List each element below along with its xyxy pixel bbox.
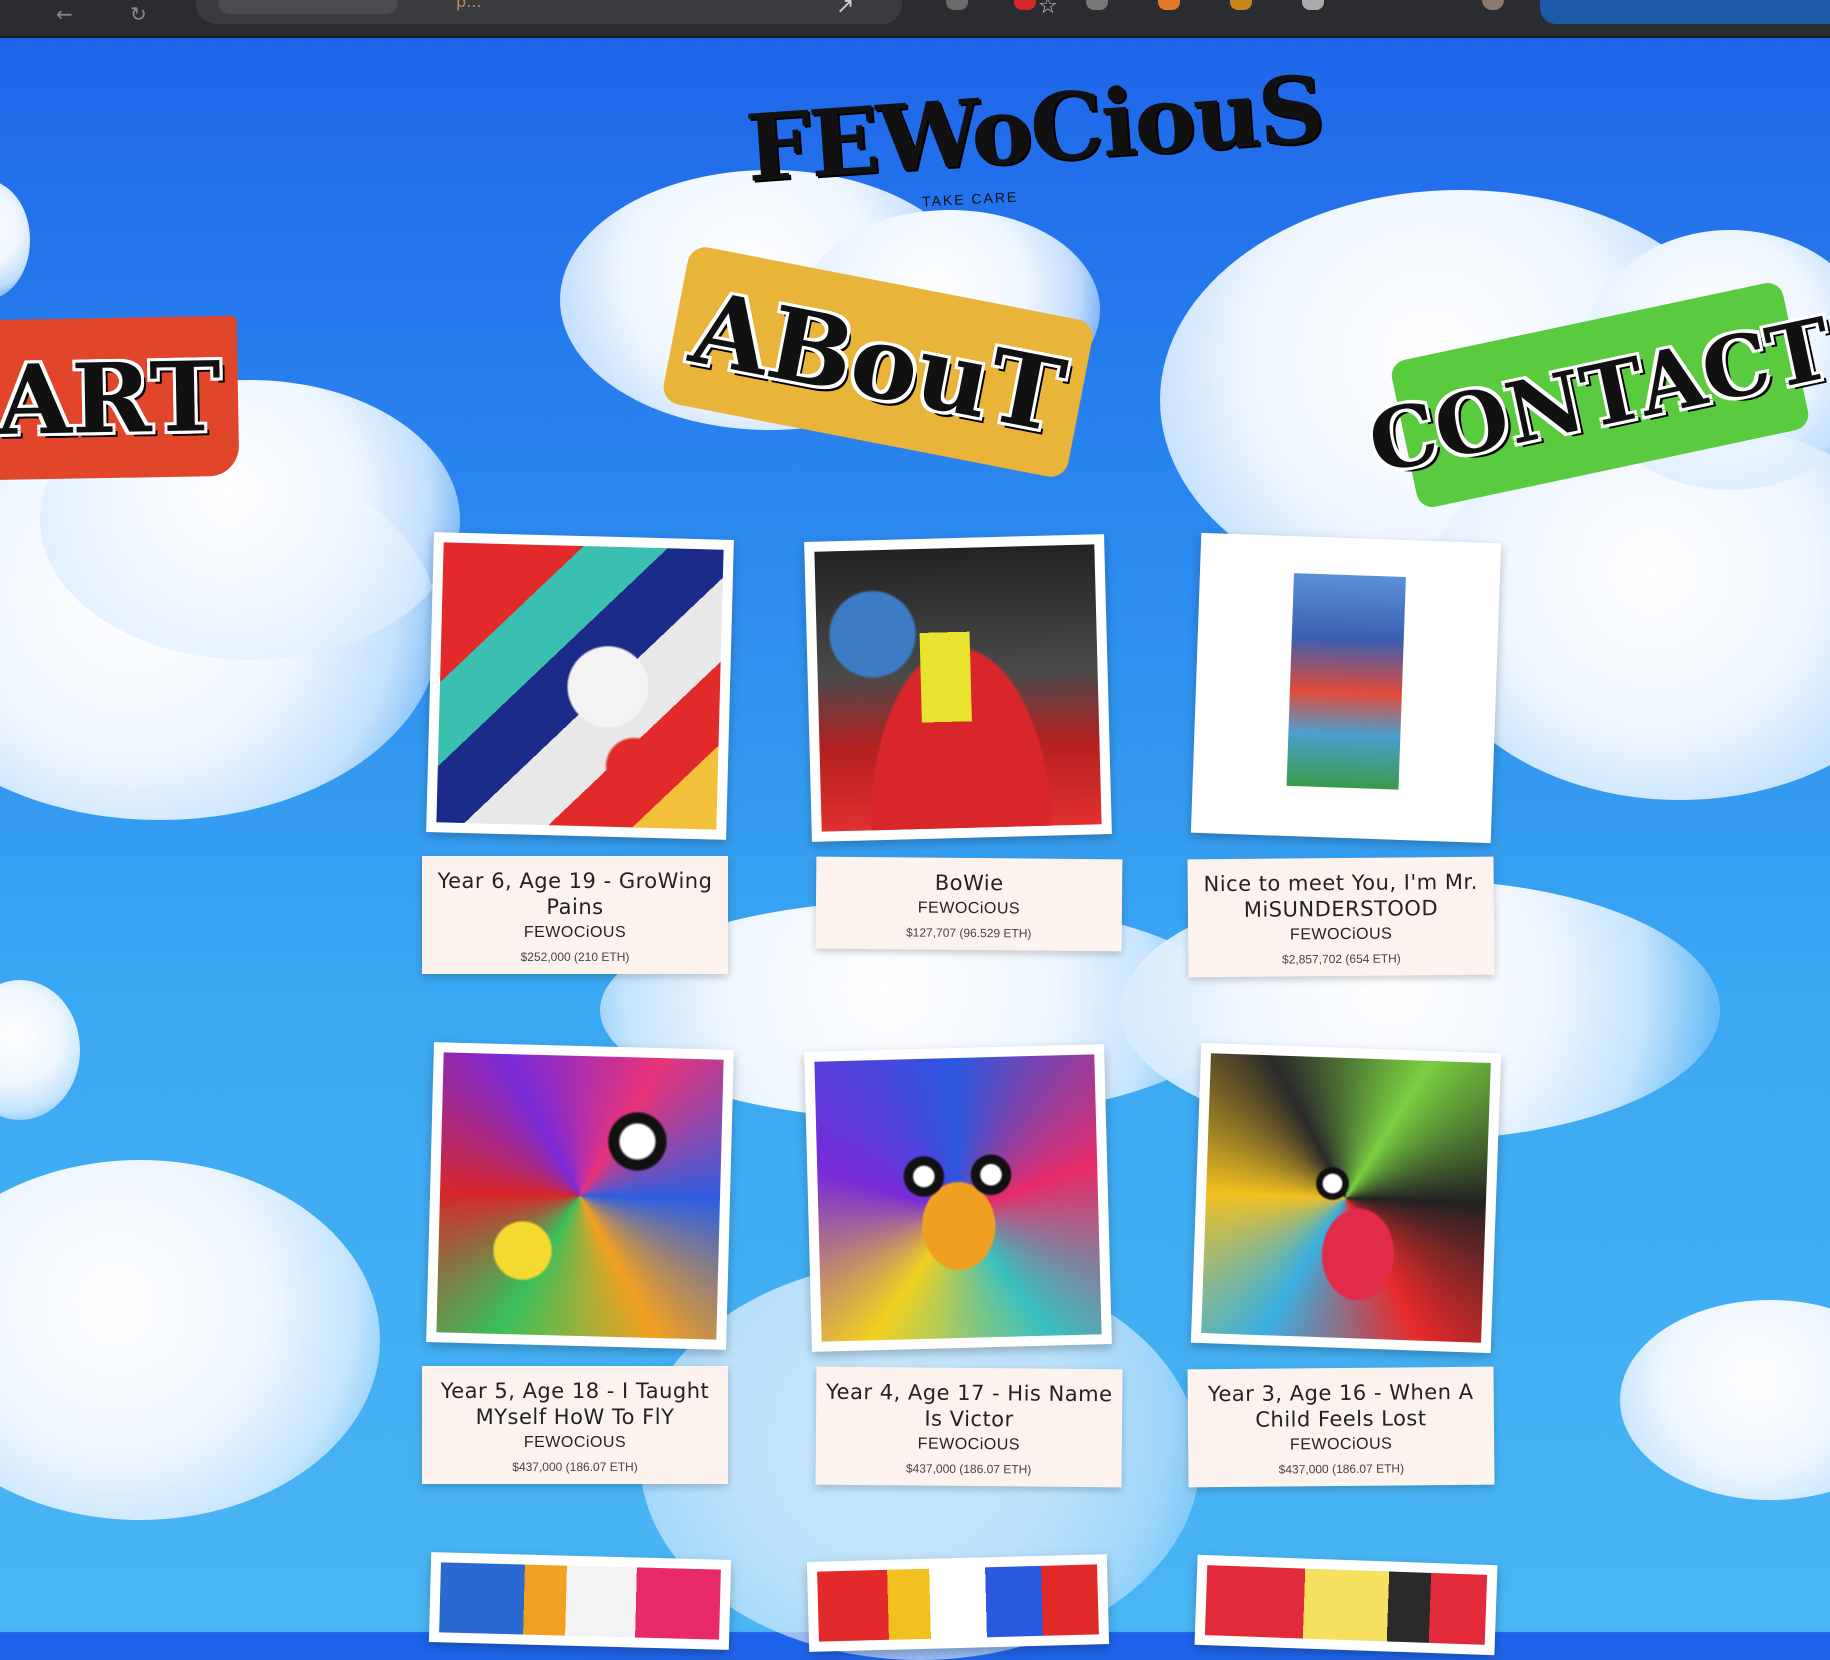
- artwork-image: [1204, 1565, 1488, 1645]
- nav-art-label: ART: [0, 339, 222, 457]
- extension-gray-icon[interactable]: [1086, 0, 1108, 10]
- artwork-image: [436, 1052, 724, 1340]
- back-arrow-icon[interactable]: ←: [56, 2, 73, 26]
- artwork-title: Year 5, Age 18 - I Taught MYself HoW To …: [440, 1379, 710, 1429]
- artwork-title: BoWie: [934, 870, 1004, 896]
- artwork-title: Year 4, Age 17 - His Name Is Victor: [825, 1379, 1113, 1432]
- artwork-image: [814, 1054, 1102, 1342]
- artwork-artist: FEWOCiOUS: [523, 1434, 627, 1451]
- site-logo[interactable]: FEWoCiouS TAKE CARE: [742, 55, 1326, 225]
- artwork-image-frame[interactable]: [804, 534, 1112, 842]
- artwork-image-frame[interactable]: [1190, 532, 1502, 844]
- artwork-image-frame[interactable]: [1194, 1554, 1498, 1656]
- artwork-artist: FEWOCiOUS: [1289, 925, 1393, 944]
- artwork-image: [1201, 543, 1491, 833]
- artwork-price: $252,000 (210 ETH): [520, 950, 630, 964]
- site-info-chip[interactable]: [218, 0, 398, 14]
- artwork-image: [1201, 1053, 1491, 1343]
- artwork-price: $437,000 (186.07 ETH): [905, 1461, 1032, 1477]
- address-bar[interactable]: p... ↗ ☆: [196, 0, 1058, 24]
- artwork-card[interactable]: Year 4, Age 17 - His Name Is Victor FEWO…: [815, 1366, 1123, 1488]
- profile-button[interactable]: [1540, 0, 1830, 24]
- artwork-image: [439, 1562, 721, 1640]
- artwork-artist: FEWOCiOUS: [917, 899, 1021, 918]
- artwork-artist: FEWOCiOUS: [1289, 1435, 1393, 1454]
- artwork-card[interactable]: Year 3, Age 16 - When A Child Feels Lost…: [1187, 1366, 1495, 1488]
- avatar[interactable]: [1482, 0, 1504, 10]
- browser-toolbar: ← ↻ p... ↗ ☆: [0, 0, 1830, 38]
- artwork-image-frame[interactable]: [426, 532, 734, 840]
- artwork-price: $127,707 (96.529 ETH): [905, 925, 1032, 941]
- extension-yellow-icon[interactable]: [1230, 0, 1252, 10]
- address-url-text: p...: [456, 0, 482, 11]
- artwork-artist: FEWOCiOUS: [917, 1435, 1021, 1454]
- artwork-card[interactable]: Nice to meet You, I'm Mr. MiSUNDERSTOOD …: [1187, 856, 1495, 978]
- artwork-image-frame[interactable]: [1190, 1042, 1502, 1354]
- artwork-card[interactable]: BoWie FEWOCiOUS $127,707 (96.529 ETH): [815, 856, 1123, 952]
- logo-tagline: TAKE CARE: [921, 188, 1019, 210]
- artwork-image-frame[interactable]: [428, 1552, 732, 1650]
- artwork-card[interactable]: Year 5, Age 18 - I Taught MYself HoW To …: [422, 1366, 728, 1484]
- artwork-title: Year 6, Age 19 - GroWing Pains: [437, 869, 713, 919]
- extension-red-icon[interactable]: [1014, 0, 1036, 10]
- artwork-price: $2,857,702 (654 ETH): [1281, 951, 1401, 967]
- extension-shield-icon[interactable]: [946, 0, 968, 10]
- artwork-title: Nice to meet You, I'm Mr. MiSUNDERSTOOD: [1203, 869, 1478, 922]
- reload-icon[interactable]: ↻: [130, 2, 147, 26]
- artwork-image: [817, 1564, 1099, 1642]
- artwork-price: $437,000 (186.07 ETH): [1278, 1461, 1405, 1477]
- artwork-title: Year 3, Age 16 - When A Child Feels Lost: [1207, 1379, 1474, 1432]
- artwork-price: $437,000 (186.07 ETH): [512, 1460, 638, 1474]
- logo-title: FEWoCiouS: [742, 54, 1327, 203]
- artwork-image-frame[interactable]: [804, 1044, 1112, 1352]
- share-icon[interactable]: ↗: [836, 0, 854, 19]
- artwork-image: [436, 542, 724, 830]
- bookmark-star-icon[interactable]: ☆: [1038, 0, 1058, 19]
- artwork-artist: FEWOCiOUS: [523, 924, 627, 941]
- artwork-image-frame[interactable]: [426, 1042, 734, 1350]
- artwork-card[interactable]: Year 6, Age 19 - GroWing Pains FEWOCiOUS…: [422, 856, 728, 974]
- artwork-image-frame[interactable]: [806, 1554, 1110, 1652]
- extension-box-icon[interactable]: [1302, 0, 1324, 10]
- artwork-image: [814, 544, 1102, 832]
- nav-art-link[interactable]: ART: [0, 315, 240, 481]
- extension-orange-icon[interactable]: [1158, 0, 1180, 10]
